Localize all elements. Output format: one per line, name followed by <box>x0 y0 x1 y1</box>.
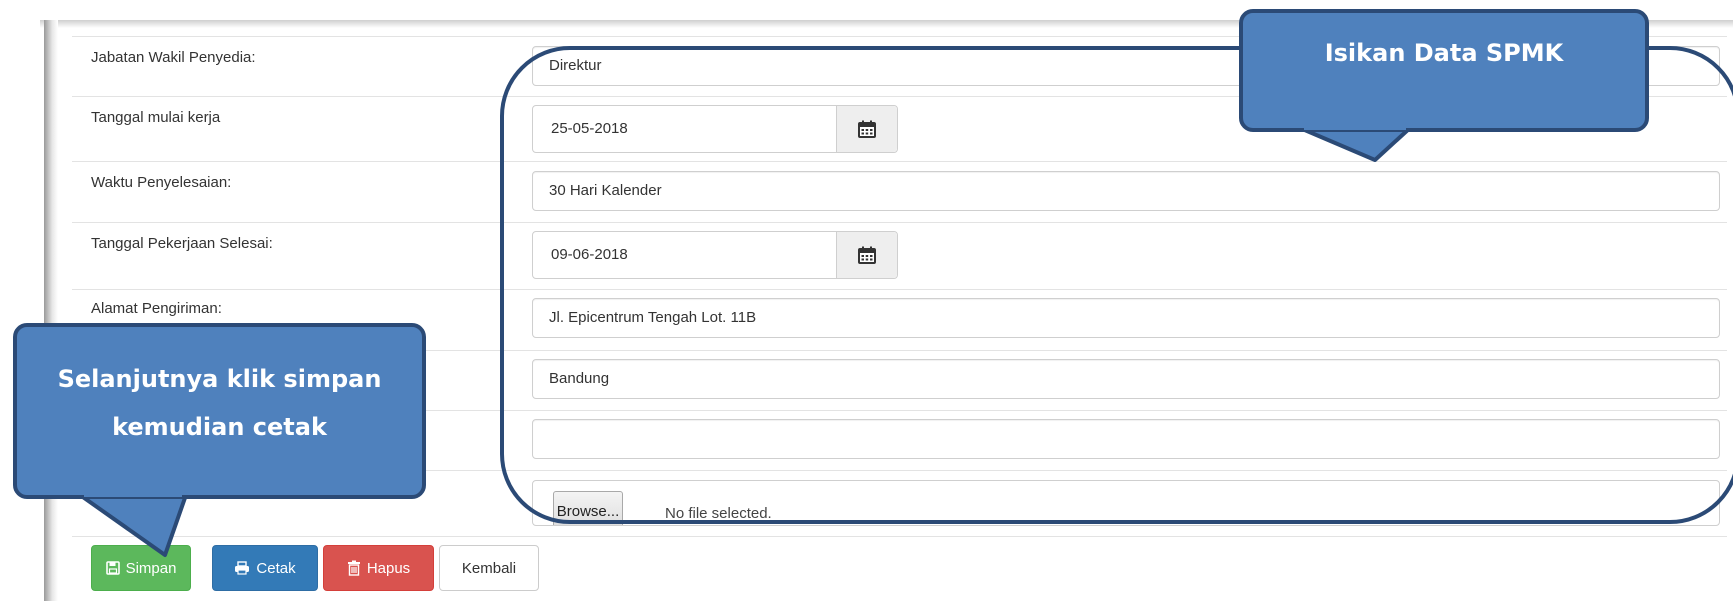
callout-isikan-text: Isikan Data SPMK <box>1324 39 1564 67</box>
callout-left-line1: Selanjutnya klik simpan <box>57 365 382 393</box>
callout-left-line2: kemudian cetak <box>112 413 327 441</box>
left-callout-tail <box>78 493 188 557</box>
top-tail-seam <box>1304 124 1406 130</box>
callout-isikan-data: Isikan Data SPMK <box>1239 9 1649 132</box>
top-callout-tail <box>1298 126 1412 162</box>
callout-simpan-cetak: Selanjutnya klik simpan kemudian cetak <box>13 323 426 499</box>
left-tail-seam <box>84 491 182 497</box>
